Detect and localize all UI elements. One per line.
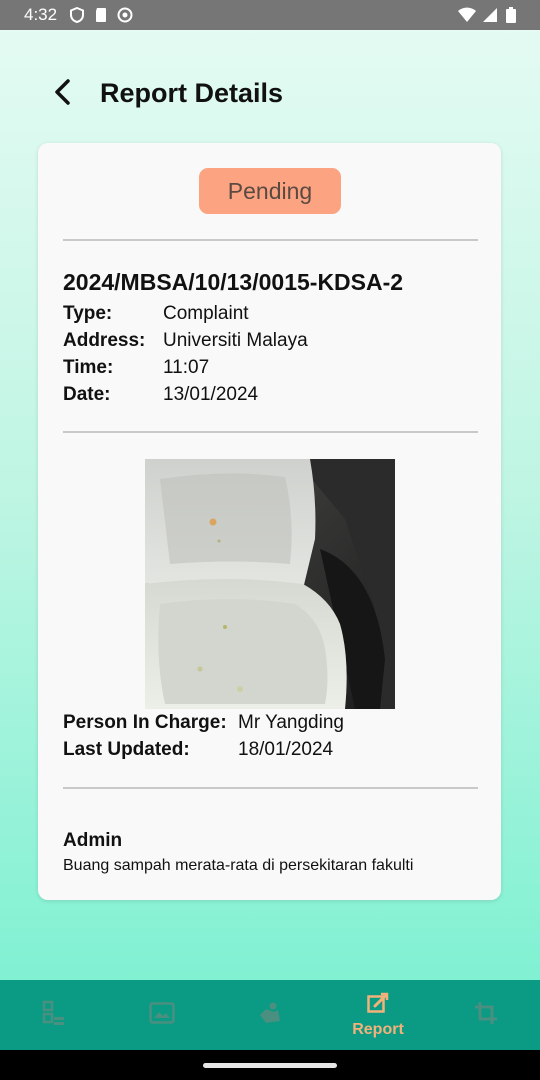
image-icon — [149, 1001, 175, 1029]
food-container-image — [145, 459, 395, 709]
edit-square-icon — [367, 992, 389, 1019]
detail-row-time: Time: 11:07 — [63, 357, 209, 379]
back-button[interactable] — [46, 77, 80, 111]
comment-text: Buang sampah merata-rata di persekitaran… — [63, 857, 414, 874]
bottom-nav: Report — [0, 980, 540, 1050]
sd-card-icon — [93, 7, 109, 23]
detail-label: Type: — [63, 303, 113, 324]
detail-row-date: Date: 13/01/2024 — [63, 384, 258, 406]
detail-row-address: Address: Universiti Malaya — [63, 330, 308, 352]
meta-value: Mr Yangding — [238, 712, 344, 733]
status-time: 4:32 — [24, 5, 58, 24]
nav-item-crop[interactable] — [432, 980, 540, 1050]
nav-item-checklist[interactable] — [0, 980, 108, 1050]
detail-value: 11:07 — [163, 357, 210, 378]
app-header: Report Details — [0, 60, 540, 130]
meta-value: 18/01/2024 — [238, 739, 334, 760]
divider — [63, 431, 478, 433]
meta-label: Person In Charge: — [63, 712, 227, 733]
nav-label-report: Report — [352, 1020, 404, 1038]
meta-row-person-in-charge: Person In Charge: Mr Yangding — [63, 712, 344, 734]
nav-item-people[interactable] — [216, 980, 324, 1050]
meta-label: Last Updated: — [63, 739, 190, 760]
home-gesture-pill[interactable] — [203, 1063, 337, 1068]
page-title: Report Details — [100, 78, 284, 108]
detail-row-type: Type: Complaint — [63, 303, 249, 325]
shield-icon — [69, 6, 85, 24]
meta-row-last-updated: Last Updated: 18/01/2024 — [63, 739, 333, 761]
people-icon — [258, 1001, 282, 1030]
status-right-icons — [458, 7, 522, 23]
detail-value: Complaint — [163, 303, 249, 324]
arrow-back-icon — [52, 78, 74, 110]
signal-icon — [482, 7, 498, 23]
detail-label: Date: — [63, 384, 111, 405]
detail-value: Universiti Malaya — [163, 330, 308, 351]
status-bar: 4:32 — [0, 0, 540, 30]
status-badge: Pending — [199, 168, 341, 214]
report-id: 2024/MBSA/10/13/0015-KDSA-2 — [63, 269, 404, 295]
detail-label: Time: — [63, 357, 114, 378]
battery-icon — [506, 7, 522, 23]
report-photo[interactable] — [145, 459, 395, 709]
crop-icon — [474, 1001, 498, 1030]
divider — [63, 239, 478, 241]
wifi-icon — [458, 7, 476, 23]
nav-item-report[interactable]: Report — [324, 980, 432, 1050]
checklist-icon — [42, 1000, 66, 1031]
detail-label: Address: — [63, 330, 146, 351]
face-icon — [117, 7, 133, 23]
detail-value: 13/01/2024 — [163, 384, 259, 405]
nav-item-gallery[interactable] — [108, 980, 216, 1050]
status-left-icons — [69, 6, 133, 24]
comment-author: Admin — [63, 830, 123, 851]
report-card: Pending 2024/MBSA/10/13/0015-KDSA-2 Type… — [38, 143, 501, 900]
divider — [63, 787, 478, 789]
system-nav-bar — [0, 1050, 540, 1080]
